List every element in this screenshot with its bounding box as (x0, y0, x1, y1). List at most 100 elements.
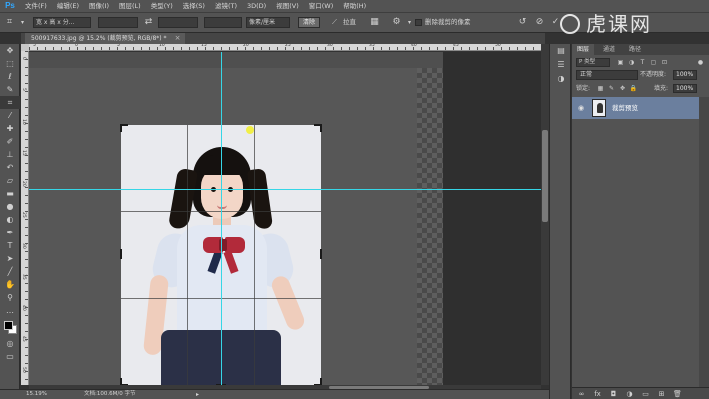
resolution-input[interactable] (204, 17, 242, 28)
filter-shape-icon[interactable]: ▢ (649, 58, 658, 67)
lock-position-icon[interactable]: ✥ (618, 84, 627, 93)
tab-paths[interactable]: 路径 (624, 44, 646, 55)
link-layers-icon[interactable]: ∞ (576, 388, 587, 399)
filter-type-icon[interactable]: T (638, 58, 647, 67)
history-panel-icon[interactable]: ▤ (550, 44, 572, 58)
filter-adjustment-icon[interactable]: ◑ (627, 58, 636, 67)
vertical-ruler[interactable]: 0 5 10 15 20 25 30 35 40 45 50 (21, 51, 29, 385)
clone-stamp-icon[interactable]: ⊥ (0, 148, 20, 161)
menu-view[interactable]: 视图(V) (271, 0, 304, 12)
crop-settings-gear-icon[interactable]: ⚙ (390, 16, 403, 29)
lock-transparency-icon[interactable]: ▦ (596, 84, 605, 93)
crop-tool-icon[interactable]: ⌗ (3, 16, 16, 29)
layer-name[interactable]: 裁剪预览 (612, 97, 638, 119)
canvas-area[interactable] (29, 52, 541, 385)
zoom-icon[interactable]: ⚲ (0, 291, 20, 304)
vertical-guide[interactable] (221, 52, 222, 385)
crop-icon[interactable]: ⌗ (0, 96, 20, 109)
spot-heal-icon[interactable]: ✚ (0, 122, 20, 135)
lasso-icon[interactable]: ℓ (0, 70, 20, 83)
delete-cropped-label[interactable]: 删除裁剪的像素 (425, 17, 471, 28)
straighten-label[interactable]: 拉直 (343, 17, 356, 28)
layer-filter-select[interactable]: P 类型 (576, 58, 610, 67)
width-input[interactable] (98, 17, 138, 28)
hand-icon[interactable]: ✋ (0, 278, 20, 291)
crop-handle-top-right[interactable] (314, 124, 322, 132)
tab-layers[interactable]: 图层 (572, 44, 595, 55)
document-tab[interactable]: 500917633.jpg @ 15.2% (裁剪预览, RGB/8*) * × (25, 33, 185, 44)
crop-handle-left[interactable] (120, 249, 122, 259)
menu-3d[interactable]: 3D(D) (242, 0, 271, 12)
crop-ratio-preset-select[interactable]: 宽 x 高 x 分... (33, 17, 91, 28)
crop-handle-bottom-right[interactable] (314, 378, 322, 385)
cancel-crop-icon[interactable]: ⊘ (533, 16, 546, 29)
foreground-color-swatch[interactable] (4, 321, 13, 330)
crop-handle-right[interactable] (320, 249, 322, 259)
move-icon[interactable]: ✥ (0, 44, 20, 57)
menu-edit[interactable]: 编辑(E) (52, 0, 84, 12)
tool-preset-chevron-icon[interactable]: ▾ (16, 16, 29, 29)
layers-scrollbar[interactable] (699, 97, 709, 387)
blend-mode-select[interactable]: 正常 (576, 70, 638, 80)
delete-cropped-checkbox[interactable] (415, 19, 422, 26)
quick-select-icon[interactable]: ✎ (0, 83, 20, 96)
filter-toggle-icon[interactable]: ● (696, 58, 705, 67)
menu-help[interactable]: 帮助(H) (338, 0, 371, 12)
filter-pixel-icon[interactable]: ▣ (616, 58, 625, 67)
new-group-icon[interactable]: ▭ (640, 388, 651, 399)
shape-icon[interactable]: ╱ (0, 265, 20, 278)
menu-layer[interactable]: 图层(L) (114, 0, 146, 12)
pen-icon[interactable]: ✒ (0, 226, 20, 239)
straighten-icon[interactable]: ⟋ (328, 16, 341, 29)
add-mask-icon[interactable]: ◘ (608, 388, 619, 399)
horizontal-guide[interactable] (29, 189, 541, 190)
adjustments-panel-icon[interactable]: ◑ (550, 72, 572, 86)
vertical-scrollbar[interactable] (541, 44, 549, 385)
layer-row-selected[interactable]: ◉ 裁剪预览 (572, 97, 699, 119)
swap-dimensions-icon[interactable]: ⇄ (142, 16, 155, 29)
reset-crop-icon[interactable]: ↺ (516, 16, 529, 29)
more-tools-icon[interactable]: … (0, 304, 20, 317)
crop-handle-bottom-left[interactable] (120, 378, 128, 385)
eyedropper-icon[interactable]: ⁄ (0, 109, 20, 122)
new-adjustment-icon[interactable]: ◑ (624, 388, 635, 399)
menu-window[interactable]: 窗口(W) (304, 0, 339, 12)
properties-panel-icon[interactable]: ☰ (550, 58, 572, 72)
lock-all-icon[interactable]: 🔒 (629, 84, 638, 93)
type-icon[interactable]: T (0, 239, 20, 252)
opacity-input[interactable]: 100% (673, 70, 697, 80)
brush-icon[interactable]: ✐ (0, 135, 20, 148)
resolution-unit-select[interactable]: 像素/厘米 (246, 17, 290, 28)
crop-handle-top-left[interactable] (120, 124, 128, 132)
layer-style-icon[interactable]: fx (592, 388, 603, 399)
height-input[interactable] (158, 17, 198, 28)
fill-input[interactable]: 100% (673, 84, 697, 93)
menu-file[interactable]: 文件(F) (20, 0, 52, 12)
overlay-grid-icon[interactable]: ▦ (368, 16, 381, 29)
menu-select[interactable]: 选择(S) (178, 0, 210, 12)
clear-button[interactable]: 清除 (298, 17, 320, 28)
gradient-icon[interactable]: ▬ (0, 187, 20, 200)
lock-pixels-icon[interactable]: ✎ (607, 84, 616, 93)
menu-filter[interactable]: 滤镜(T) (210, 0, 242, 12)
menu-type[interactable]: 类型(Y) (146, 0, 178, 12)
path-select-icon[interactable]: ➤ (0, 252, 20, 265)
visibility-eye-icon[interactable]: ◉ (576, 102, 586, 114)
delete-layer-icon[interactable]: 🗑 (672, 388, 683, 399)
new-layer-icon[interactable]: ⊞ (656, 388, 667, 399)
dodge-icon[interactable]: ◐ (0, 213, 20, 226)
quick-mask-icon[interactable]: ◎ (0, 337, 20, 350)
screen-mode-icon[interactable]: ▭ (0, 350, 20, 363)
history-brush-icon[interactable]: ↶ (0, 161, 20, 174)
ruler-corner[interactable] (21, 44, 29, 51)
marquee-icon[interactable]: ⬚ (0, 57, 20, 70)
zoom-readout[interactable]: 15.19% (26, 390, 47, 399)
vertical-scroll-thumb[interactable] (542, 130, 548, 222)
blur-icon[interactable]: ● (0, 200, 20, 213)
close-tab-icon[interactable]: × (175, 33, 181, 44)
eraser-icon[interactable]: ▱ (0, 174, 20, 187)
menu-image[interactable]: 图像(I) (84, 0, 114, 12)
horizontal-ruler[interactable]: 5 0 5 10 15 20 25 30 35 40 45 50 (29, 44, 545, 51)
tab-channels[interactable]: 通道 (598, 44, 620, 55)
status-menu-arrow-icon[interactable]: ▸ (196, 390, 199, 399)
